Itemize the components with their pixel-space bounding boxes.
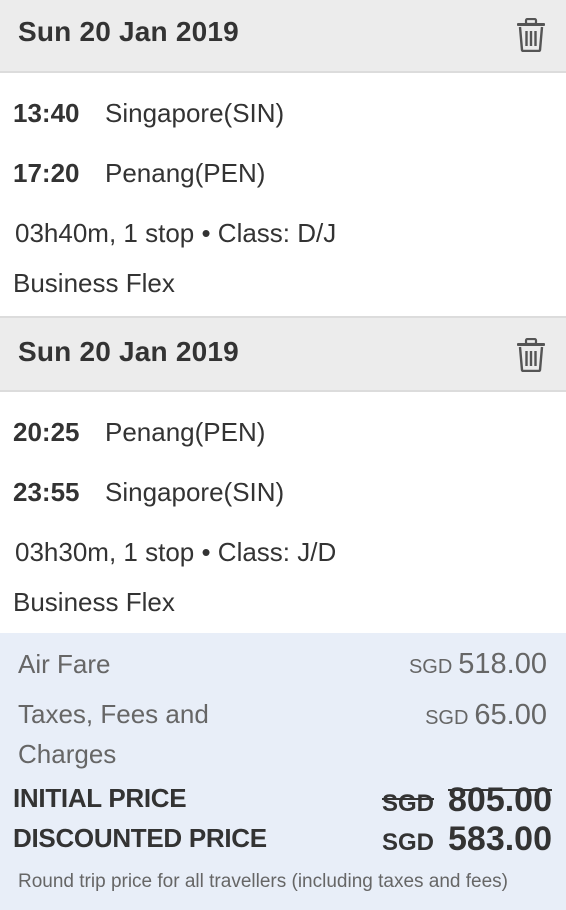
arrival-airport: Penang(PEN)	[105, 158, 266, 188]
initial-price-label: INITIAL PRICE	[13, 783, 187, 813]
air-fare-amount: SGD 518.00	[409, 648, 547, 681]
class-info: • Class: D/J	[201, 218, 337, 248]
air-fare-value: 518.00	[458, 648, 547, 680]
segment-2-date: Sun 20 Jan 2019	[18, 336, 239, 367]
trash-icon[interactable]	[516, 18, 546, 52]
departure-airport: Penang(PEN)	[105, 417, 266, 447]
class-info: • Class: J/D	[201, 537, 337, 567]
air-fare-label: Air Fare	[18, 649, 111, 679]
taxes-label-line1: Taxes, Fees and	[18, 699, 209, 729]
flight-summary: Sun 20 Jan 2019 13:40 Singapore(SIN) 17:2…	[0, 0, 566, 910]
departure-time: 13:40	[13, 98, 80, 128]
segment-1-duration-class: 03h40m, 1 stop • Class: D/J	[15, 218, 336, 249]
segment-1-header: Sun 20 Jan 2019	[0, 0, 566, 73]
departure-time: 20:25	[13, 417, 80, 447]
segment-2-arrival: 23:55 Singapore(SIN)	[13, 477, 284, 508]
segment-1-details: 13:40 Singapore(SIN) 17:20 Penang(PEN) 03h…	[0, 73, 566, 314]
departure-airport: Singapore(SIN)	[105, 98, 285, 128]
arrival-time: 23:55	[13, 477, 80, 507]
discounted-price-value: 583.00	[448, 820, 552, 858]
taxes-amount: SGD 65.00	[425, 699, 547, 732]
taxes-currency: SGD	[425, 707, 469, 729]
initial-price-amount: SGD 805.00	[382, 781, 552, 820]
discounted-price-currency: SGD	[381, 829, 434, 856]
taxes-value: 65.00	[474, 699, 547, 731]
initial-price-currency: SGD	[381, 790, 434, 817]
air-fare-currency: SGD	[408, 656, 453, 678]
segment-1-date: Sun 20 Jan 2019	[18, 16, 239, 47]
discounted-price-label: DISCOUNTED PRICE	[13, 823, 267, 853]
initial-price-value: 805.00	[448, 781, 552, 819]
segment-1-departure: 13:40 Singapore(SIN)	[13, 98, 284, 129]
discounted-price-amount: SGD 583.00	[382, 820, 552, 859]
price-footnote: Round trip price for all travellers (inc…	[18, 871, 509, 892]
segment-2-duration-class: 03h30m, 1 stop • Class: J/D	[15, 537, 336, 568]
segment-2-header: Sun 20 Jan 2019	[0, 316, 566, 392]
segment-1-fare-type: Business Flex	[13, 268, 175, 298]
segment-2-departure: 20:25 Penang(PEN)	[13, 417, 265, 448]
fare-breakdown: Air Fare SGD 518.00 Taxes, Fees and Charg…	[0, 633, 566, 910]
segment-2-details: 20:25 Penang(PEN) 23:55 Singapore(SIN) 03h…	[0, 392, 566, 633]
taxes-label-line2: Charges	[18, 739, 117, 769]
segment-1-arrival: 17:20 Penang(PEN)	[13, 158, 265, 189]
duration-stops: 03h30m, 1 stop	[15, 537, 195, 567]
arrival-airport: Singapore(SIN)	[105, 477, 285, 507]
arrival-time: 17:20	[13, 158, 80, 188]
trash-icon[interactable]	[516, 338, 546, 372]
segment-2-fare-type: Business Flex	[13, 587, 175, 617]
duration-stops: 03h40m, 1 stop	[15, 218, 195, 248]
